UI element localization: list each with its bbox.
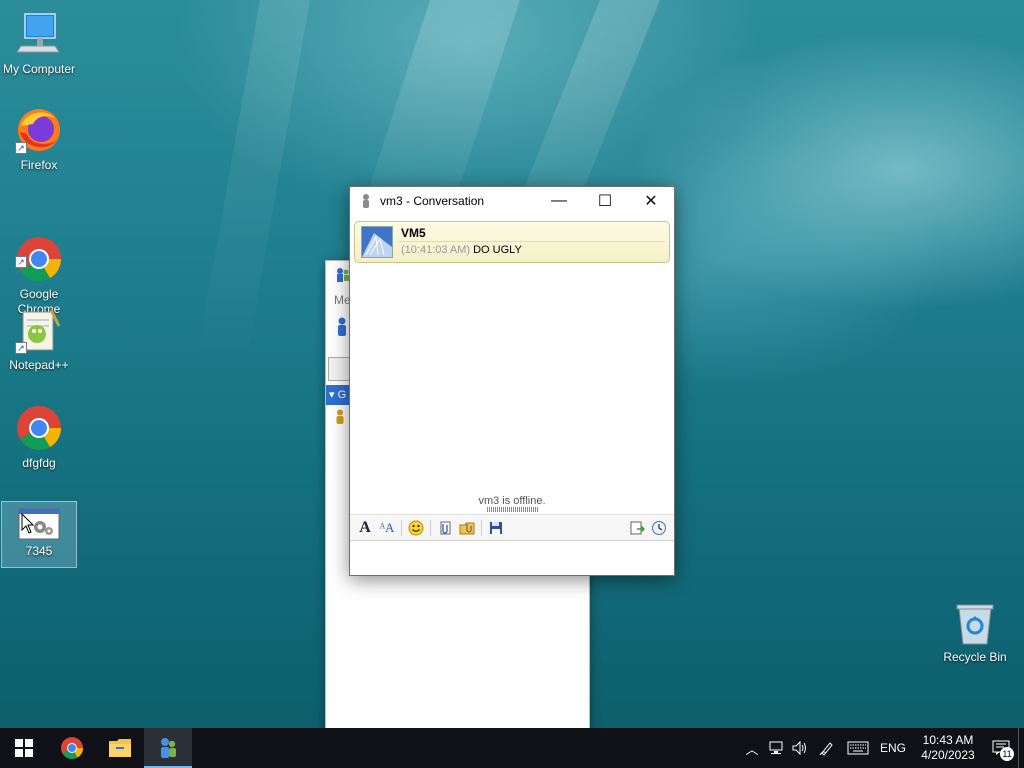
message-time: (10:41:03 AM) — [401, 244, 471, 256]
send-folder-icon[interactable] — [456, 517, 478, 539]
clock-date: 4/20/2023 — [921, 748, 975, 762]
save-icon[interactable] — [485, 517, 507, 539]
attach-file-icon[interactable] — [434, 517, 456, 539]
desktop-icon-dfgfdg[interactable]: dfgfdg — [1, 404, 77, 471]
message-text: DO UGLY — [473, 244, 522, 256]
shortcut-arrow-icon: ↗ — [15, 342, 27, 354]
export-icon[interactable] — [626, 517, 648, 539]
contact-offline-icon[interactable] — [335, 409, 345, 425]
toolbar-separator — [481, 519, 482, 536]
desktop-icon-label: My Computer — [2, 62, 76, 76]
message-input[interactable] — [350, 540, 674, 575]
desktop-icon-label: dfgfdg — [22, 456, 56, 470]
chrome-icon — [15, 404, 63, 452]
conversation-titlebar[interactable]: vm3 - Conversation — ☐ ✕ — [350, 187, 674, 215]
conversation-window[interactable]: vm3 - Conversation — ☐ ✕ VM5 (10:41:03 A… — [349, 186, 675, 576]
emoticon-icon[interactable] — [405, 517, 427, 539]
desktop-icon-label: Notepad++ — [9, 358, 69, 372]
message-bubble: VM5 (10:41:03 AM) DO UGLY — [354, 221, 670, 263]
keyboard-icon[interactable] — [842, 728, 874, 768]
history-icon[interactable] — [648, 517, 670, 539]
messenger-app-icon — [334, 267, 350, 283]
folder-icon — [109, 739, 131, 757]
light-ray — [196, 0, 310, 360]
desktop-icon-notepad-plus-plus[interactable]: ↗ Notepad++ — [1, 306, 77, 373]
resize-grip[interactable] — [487, 507, 539, 512]
message-sender: VM5 — [401, 226, 426, 240]
settings-file-icon — [18, 508, 60, 540]
minimize-button[interactable]: — — [536, 187, 582, 215]
chevron-up-icon[interactable]: ︿ — [740, 728, 764, 768]
taskbar-chrome[interactable] — [48, 728, 96, 768]
desktop-icon-recycle-bin[interactable]: Recycle Bin — [936, 602, 1014, 665]
message-toolbar: A ᴬA — [350, 514, 674, 540]
user-status-icon[interactable] — [336, 317, 348, 337]
language-indicator[interactable]: ENG — [880, 741, 906, 755]
avatar — [361, 226, 393, 258]
chrome-icon: ↗ — [15, 220, 63, 281]
firefox-icon: ↗ — [15, 106, 63, 154]
messenger-icon — [161, 738, 176, 758]
system-tray: ︿ ENG 10:43 AM 4/20/2023 11 — [740, 728, 1024, 768]
font-icon[interactable]: A — [354, 517, 376, 539]
desktop-icon-label: Recycle Bin — [943, 650, 1007, 664]
group-label: G — [337, 389, 347, 401]
toolbar-button[interactable] — [328, 357, 350, 381]
desktop-icon-label: 7345 — [25, 544, 53, 558]
notification-count-badge: 11 — [1000, 747, 1014, 761]
chrome-icon — [61, 737, 83, 759]
show-desktop-button[interactable] — [1018, 728, 1024, 768]
recycle-bin-icon — [953, 602, 997, 646]
desktop-icon-label: Firefox — [20, 158, 58, 172]
text-style-icon[interactable]: ᴬA — [376, 517, 398, 539]
clock-time: 10:43 AM — [922, 733, 974, 747]
action-center-button[interactable]: 11 — [984, 728, 1018, 768]
desktop-icon-google-chrome[interactable]: ↗ Google Chrome — [1, 205, 77, 317]
close-button[interactable]: ✕ — [628, 187, 674, 215]
network-icon[interactable] — [764, 728, 788, 768]
message-row: (10:41:03 AM) DO UGLY — [401, 244, 522, 256]
windows-icon — [15, 739, 33, 757]
shortcut-arrow-icon: ↗ — [15, 256, 27, 268]
start-button[interactable] — [0, 728, 48, 768]
window-title: vm3 - Conversation — [380, 194, 485, 208]
taskbar: ︿ ENG 10:43 AM 4/20/2023 11 — [0, 728, 1024, 768]
contact-status-text: vm3 is offline. — [478, 495, 546, 507]
maximize-button[interactable]: ☐ — [582, 187, 628, 215]
toolbar-separator — [430, 519, 431, 536]
taskbar-messenger[interactable] — [144, 728, 192, 768]
desktop-icon-my-computer[interactable]: My Computer — [1, 10, 77, 77]
desktop-icon-7345[interactable]: 7345 — [1, 501, 77, 568]
conversation-icon — [358, 193, 374, 209]
shortcut-arrow-icon: ↗ — [15, 142, 27, 154]
clock[interactable]: 10:43 AM 4/20/2023 — [912, 733, 984, 763]
pen-icon[interactable] — [812, 728, 842, 768]
notepad-plus-plus-icon: ↗ — [15, 306, 63, 354]
computer-icon — [15, 10, 63, 58]
taskbar-file-explorer[interactable] — [96, 728, 144, 768]
message-divider — [399, 241, 665, 242]
toolbar-separator — [401, 519, 402, 536]
volume-icon[interactable] — [788, 728, 812, 768]
desktop-icon-firefox[interactable]: ↗ Firefox — [1, 106, 77, 173]
